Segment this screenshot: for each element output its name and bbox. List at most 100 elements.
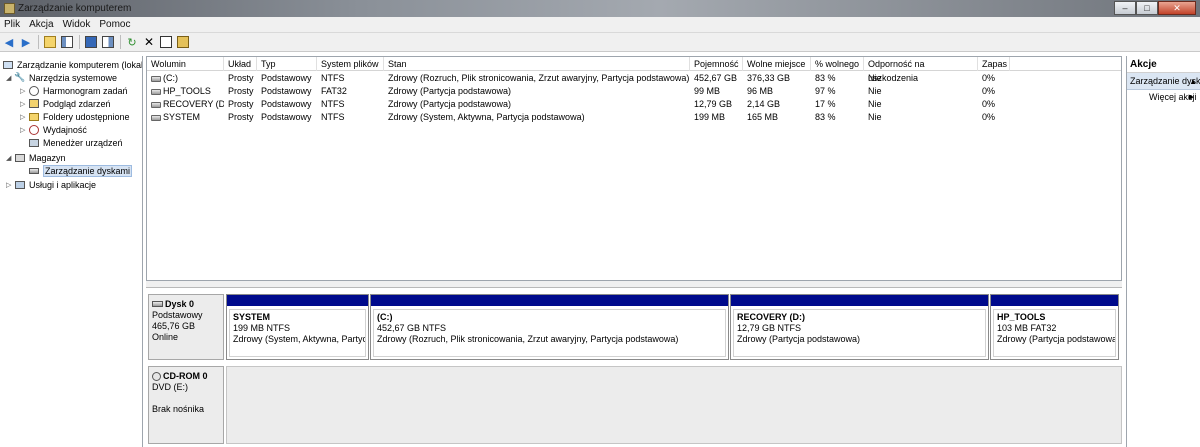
minimize-button[interactable]: –	[1114, 1, 1136, 15]
actions-section-disk-management[interactable]: Zarządzanie dyskami ▲	[1127, 73, 1200, 90]
tree-item-device-manager[interactable]: Menedżer urządzeń	[28, 136, 123, 149]
menu-action[interactable]: Akcja	[29, 19, 53, 30]
tree-item-system-tools[interactable]: ◢ 🔧 Narzędzia systemowe	[6, 71, 117, 84]
column-header-status[interactable]: Stan	[384, 57, 690, 71]
disk-0-partitions: SYSTEM 199 MB NTFS Zdrowy (System, Aktyw…	[226, 294, 1122, 360]
tree-item-event-viewer[interactable]: ▷ Podgląd zdarzeń	[20, 97, 111, 110]
disk-0-type: Podstawowy	[152, 310, 203, 320]
partition-system[interactable]: SYSTEM 199 MB NTFS Zdrowy (System, Aktyw…	[226, 294, 369, 360]
help-panel-icon[interactable]	[101, 35, 115, 49]
disk-icon	[152, 301, 163, 307]
cdrom-0-area	[226, 366, 1122, 444]
volume-list-header: Wolumin Układ Typ System plików Stan Poj…	[147, 57, 1121, 83]
up-folder-icon[interactable]	[43, 35, 57, 49]
event-viewer-icon	[28, 98, 40, 109]
computer-icon	[2, 59, 14, 70]
disk-0-size: 465,76 GB	[152, 321, 196, 331]
tree-item-disk-management[interactable]: Zarządzanie dyskami	[28, 164, 133, 177]
disk-management-icon	[28, 165, 40, 176]
partition-c[interactable]: (C:) 452,67 GB NTFS Zdrowy (Rozruch, Pli…	[370, 294, 729, 360]
properties-icon[interactable]	[159, 35, 173, 49]
disk-map: Dysk 0 Podstawowy 465,76 GB Online SYSTE…	[146, 290, 1122, 447]
column-header-overhead[interactable]: Zapas	[978, 57, 1010, 71]
show-hide-tree-icon[interactable]	[60, 35, 74, 49]
collapse-up-icon[interactable]: ▲	[1189, 73, 1197, 89]
column-header-file-system[interactable]: System plików	[317, 57, 384, 71]
submenu-arrow-icon: ▶	[1188, 94, 1194, 101]
menu-help[interactable]: Pomoc	[99, 19, 130, 30]
navigation-tree: Zarządzanie komputerem (lokalne) ◢ 🔧 Nar…	[0, 56, 143, 447]
tree-item-task-scheduler[interactable]: ▷ Harmonogram zadań	[20, 84, 128, 97]
disk-0-state: Online	[152, 332, 179, 342]
cdrom-0-drive: DVD (E:)	[152, 382, 188, 392]
tree-item-performance[interactable]: ▷ Wydajność	[20, 123, 87, 136]
tree-item-services-apps[interactable]: ▷ Usługi i aplikacje	[6, 178, 96, 191]
close-button[interactable]: ✕	[1158, 1, 1196, 15]
volume-list: Wolumin Układ Typ System plików Stan Poj…	[146, 56, 1122, 281]
column-header-layout[interactable]: Układ	[224, 57, 257, 71]
column-header-free-space[interactable]: Wolne miejsce	[743, 57, 811, 71]
shared-folder-icon	[28, 111, 40, 122]
performance-icon	[28, 124, 40, 135]
volume-row[interactable]: RECOVERY (D:) Prosty Podstawowy NTFS Zdr…	[147, 98, 1121, 111]
expand-arrow-icon[interactable]: ▷	[20, 113, 28, 121]
collapse-arrow-icon[interactable]: ◢	[6, 154, 14, 162]
volume-row[interactable]: HP_TOOLS Prosty Podstawowy FAT32 Zdrowy …	[147, 85, 1121, 98]
tree-item-computer-management[interactable]: Zarządzanie komputerem (lokalne)	[2, 58, 142, 71]
help-icon[interactable]	[84, 35, 98, 49]
actions-header: Akcje	[1127, 56, 1200, 73]
disk-0-name: Dysk 0	[165, 299, 195, 309]
expand-arrow-icon[interactable]: ▷	[20, 126, 28, 134]
services-icon	[14, 179, 26, 190]
clock-icon	[28, 85, 40, 96]
partition-bar	[371, 295, 728, 306]
window-controls: – □ ✕	[1114, 1, 1196, 15]
volume-row[interactable]: SYSTEM Prosty Podstawowy NTFS Zdrowy (Sy…	[147, 111, 1121, 124]
drive-icon	[151, 114, 161, 121]
volume-row[interactable]: (C:) Prosty Podstawowy NTFS Zdrowy (Rozr…	[147, 72, 1121, 85]
partition-bar	[227, 295, 368, 306]
column-header-capacity[interactable]: Pojemność	[690, 57, 743, 71]
pane-splitter[interactable]	[146, 281, 1122, 288]
column-header-percent-free[interactable]: % wolnego	[811, 57, 864, 71]
computer-management-icon	[4, 3, 15, 14]
partition-hp-tools[interactable]: HP_TOOLS 103 MB FAT32 Zdrowy (Partycja p…	[990, 294, 1119, 360]
column-header-type[interactable]: Typ	[257, 57, 317, 71]
toolbar-separator	[79, 35, 80, 49]
menu-view[interactable]: Widok	[63, 19, 91, 30]
toolbar-separator	[38, 35, 39, 49]
back-arrow-icon[interactable]: ◀	[2, 35, 16, 49]
cdrom-0-name: CD-ROM 0	[163, 371, 208, 381]
storage-icon	[14, 152, 26, 163]
forward-arrow-icon[interactable]: ▶	[19, 35, 33, 49]
collapse-arrow-icon[interactable]: ◢	[6, 74, 14, 82]
drive-icon	[151, 88, 161, 95]
disk-0-info[interactable]: Dysk 0 Podstawowy 465,76 GB Online	[148, 294, 224, 360]
drive-icon	[151, 75, 161, 82]
partition-bar	[991, 295, 1118, 306]
more-actions-item[interactable]: Więcej akcji ▶	[1127, 90, 1200, 105]
title-bar: Zarządzanie komputerem – □ ✕	[0, 0, 1200, 17]
column-header-fault-tolerance[interactable]: Odporność na uszkodzenia	[864, 57, 978, 83]
delete-icon[interactable]: ✕	[142, 35, 156, 49]
expand-arrow-icon[interactable]: ▷	[20, 87, 28, 95]
menu-bar: Plik Akcja Widok Pomoc	[0, 17, 1200, 33]
maximize-button[interactable]: □	[1136, 1, 1158, 15]
menu-file[interactable]: Plik	[4, 19, 20, 30]
tree-item-storage[interactable]: ◢ Magazyn	[6, 151, 66, 164]
column-header-volume[interactable]: Wolumin	[147, 57, 224, 71]
tree-item-shared-folders[interactable]: ▷ Foldery udostępnione	[20, 110, 130, 123]
toolbar: ◀ ▶ ↻ ✕	[0, 33, 1200, 52]
toolbar-separator	[120, 35, 121, 49]
window-title: Zarządzanie komputerem	[18, 3, 132, 14]
cdrom-0-info[interactable]: CD-ROM 0 DVD (E:) Brak nośnika	[148, 366, 224, 444]
cdrom-icon	[152, 372, 161, 382]
expand-arrow-icon[interactable]: ▷	[6, 181, 14, 189]
cdrom-0-media: Brak nośnika	[152, 404, 205, 414]
refresh-icon[interactable]: ↻	[125, 35, 139, 49]
actions-pane: Akcje Zarządzanie dyskami ▲ Więcej akcji…	[1126, 56, 1200, 447]
export-icon[interactable]	[176, 35, 190, 49]
tools-icon: 🔧	[14, 72, 26, 82]
partition-recovery[interactable]: RECOVERY (D:) 12,79 GB NTFS Zdrowy (Part…	[730, 294, 989, 360]
expand-arrow-icon[interactable]: ▷	[20, 100, 28, 108]
